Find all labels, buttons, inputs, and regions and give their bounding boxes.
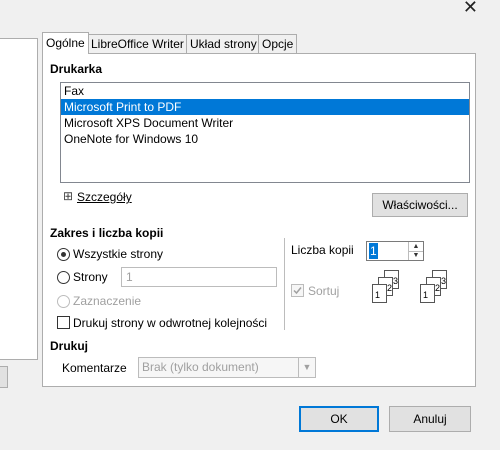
pages-radio[interactable] (57, 271, 70, 284)
chevron-down-icon[interactable]: ▼ (298, 358, 315, 377)
expand-icon[interactable]: ⊞ (63, 189, 73, 203)
print-section-title: Drukuj (50, 339, 89, 353)
tab-general[interactable]: Ogólne (42, 32, 89, 54)
reverse-order-label[interactable]: Drukuj strony w odwrotnej kolejności (73, 316, 267, 330)
copies-label: Liczba kopii (291, 243, 354, 257)
pages-input[interactable]: 1 (121, 267, 277, 287)
printer-section-title: Drukarka (50, 62, 103, 76)
tab-libreoffice-writer[interactable]: LibreOffice Writer (87, 34, 188, 53)
cancel-button[interactable]: Anuluj (389, 406, 471, 432)
range-section-title: Zakres i liczba kopii (50, 226, 164, 240)
range-separator (284, 238, 285, 330)
collate-checkbox[interactable] (291, 284, 304, 297)
copies-value[interactable]: 1 (369, 243, 378, 259)
reverse-order-checkbox[interactable] (57, 316, 70, 329)
copies-spin-buttons[interactable]: ▲ ▼ (408, 242, 423, 260)
tab-page-layout[interactable]: Układ strony (186, 34, 261, 53)
ok-button[interactable]: OK (299, 406, 379, 432)
printer-item-onenote[interactable]: OneNote for Windows 10 (61, 131, 469, 147)
svg-text:2: 2 (435, 283, 440, 293)
svg-text:3: 3 (441, 276, 446, 286)
svg-text:2: 2 (387, 283, 392, 293)
printer-item-xps[interactable]: Microsoft XPS Document Writer (61, 115, 469, 131)
comments-combobox[interactable]: Brak (tylko dokument) ▼ (138, 357, 316, 378)
comments-label: Komentarze (62, 361, 127, 375)
collate-pages-icon: 321 321 (372, 270, 447, 303)
svg-text:1: 1 (375, 290, 380, 300)
copies-spinbox[interactable]: 1 ▲ ▼ (366, 241, 424, 261)
print-preview-pane (0, 38, 38, 360)
printer-list[interactable]: Fax Microsoft Print to PDF Microsoft XPS… (60, 82, 470, 183)
selection-radio[interactable] (57, 295, 70, 308)
svg-text:1: 1 (423, 290, 428, 300)
printer-item-print-to-pdf[interactable]: Microsoft Print to PDF (61, 99, 469, 115)
properties-button[interactable]: Właściwości... (372, 193, 468, 217)
all-pages-label[interactable]: Wszystkie strony (73, 247, 163, 261)
printer-item-fax[interactable]: Fax (61, 83, 469, 99)
close-icon[interactable]: ✕ (463, 0, 478, 18)
comments-value: Brak (tylko dokument) (142, 360, 259, 374)
preview-control[interactable] (0, 366, 8, 388)
svg-text:3: 3 (393, 276, 398, 286)
pages-label[interactable]: Strony (73, 270, 108, 284)
check-icon (293, 287, 302, 295)
selection-label: Zaznaczenie (73, 294, 142, 308)
details-text: Szczegóły (77, 190, 132, 204)
collate-label: Sortuj (308, 284, 340, 298)
details-label[interactable]: Szczegóły (77, 190, 132, 204)
spin-down-icon[interactable]: ▼ (409, 251, 423, 260)
all-pages-radio[interactable] (57, 248, 70, 261)
tab-options[interactable]: Opcje (258, 34, 298, 53)
